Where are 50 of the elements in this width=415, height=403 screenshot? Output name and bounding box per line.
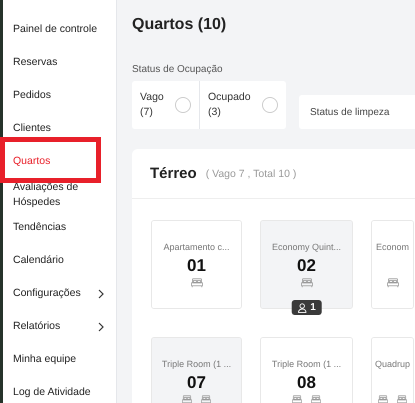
floor-summary: ( Vago 7 , Total 10 )	[206, 168, 296, 180]
sidebar-item[interactable]: Calendário	[3, 244, 116, 277]
filter-label: Status de Ocupação	[132, 64, 224, 75]
floor-title: Térreo	[150, 165, 197, 182]
sidebar-item[interactable]: Minha equipe	[3, 343, 116, 376]
bed-icon	[190, 278, 202, 288]
room-number: 07	[187, 373, 206, 393]
sidebar-item[interactable]: Relatórios	[3, 310, 116, 343]
room-number: 02	[297, 256, 316, 276]
sidebar-item[interactable]: Reservas	[3, 46, 116, 79]
occupancy-option[interactable]: Ocupado (3)	[199, 81, 286, 129]
radio-button[interactable]	[262, 97, 278, 113]
sidebar-item-label: Configurações	[13, 286, 81, 301]
room-card[interactable]: Econom	[371, 220, 414, 309]
sidebar-item[interactable]: Clientes	[3, 112, 116, 145]
cleaning-status-select[interactable]: Status de limpeza	[299, 95, 415, 129]
room-number: 08	[297, 373, 316, 393]
bed-icon	[386, 278, 398, 288]
occupancy-option[interactable]: Vago (7)	[132, 81, 199, 129]
bed-icon	[201, 395, 211, 403]
room-type: Economy Quint...	[272, 242, 342, 252]
room-card[interactable]: Quadrup	[371, 337, 414, 403]
option-label: Ocupado (3)	[208, 90, 252, 120]
bed-icon	[300, 278, 312, 288]
sidebar-item[interactable]: Quartos	[3, 145, 116, 178]
bed-icon	[378, 395, 388, 403]
room-card[interactable]: Triple Room (1 ... 08	[260, 337, 353, 403]
room-type: Econom	[376, 242, 410, 252]
sidebar-item-label: Relatórios	[13, 319, 60, 334]
sidebar-item[interactable]: Tendências	[3, 211, 116, 244]
room-type: Quadrup	[374, 359, 410, 369]
bed-icon	[311, 395, 321, 403]
sidebar-item[interactable]: Avaliações de Hóspedes	[3, 178, 116, 211]
person-icon	[297, 302, 306, 312]
room-type: Apartamento c...	[163, 242, 230, 252]
sidebar-item[interactable]: Configurações	[3, 277, 116, 310]
sidebar-item[interactable]: Pedidos	[3, 79, 116, 112]
room-type: Triple Room (1 ...	[162, 359, 232, 369]
bed-icon	[397, 395, 407, 403]
page-title: Quartos (10)	[132, 15, 228, 35]
room-type: Triple Room (1 ...	[272, 359, 342, 369]
radio-button[interactable]	[175, 97, 191, 113]
room-number: 01	[187, 256, 206, 276]
option-label: Vago (7)	[140, 90, 165, 120]
bed-icon	[292, 395, 302, 403]
sidebar-item[interactable]: Painel de controle	[3, 13, 116, 46]
sidebar-item[interactable]: Log de Atividade	[3, 376, 116, 403]
room-card[interactable]: Apartamento c... 01	[151, 220, 242, 309]
bed-icon	[182, 395, 192, 403]
room-card[interactable]: Triple Room (1 ... 07	[151, 337, 242, 403]
